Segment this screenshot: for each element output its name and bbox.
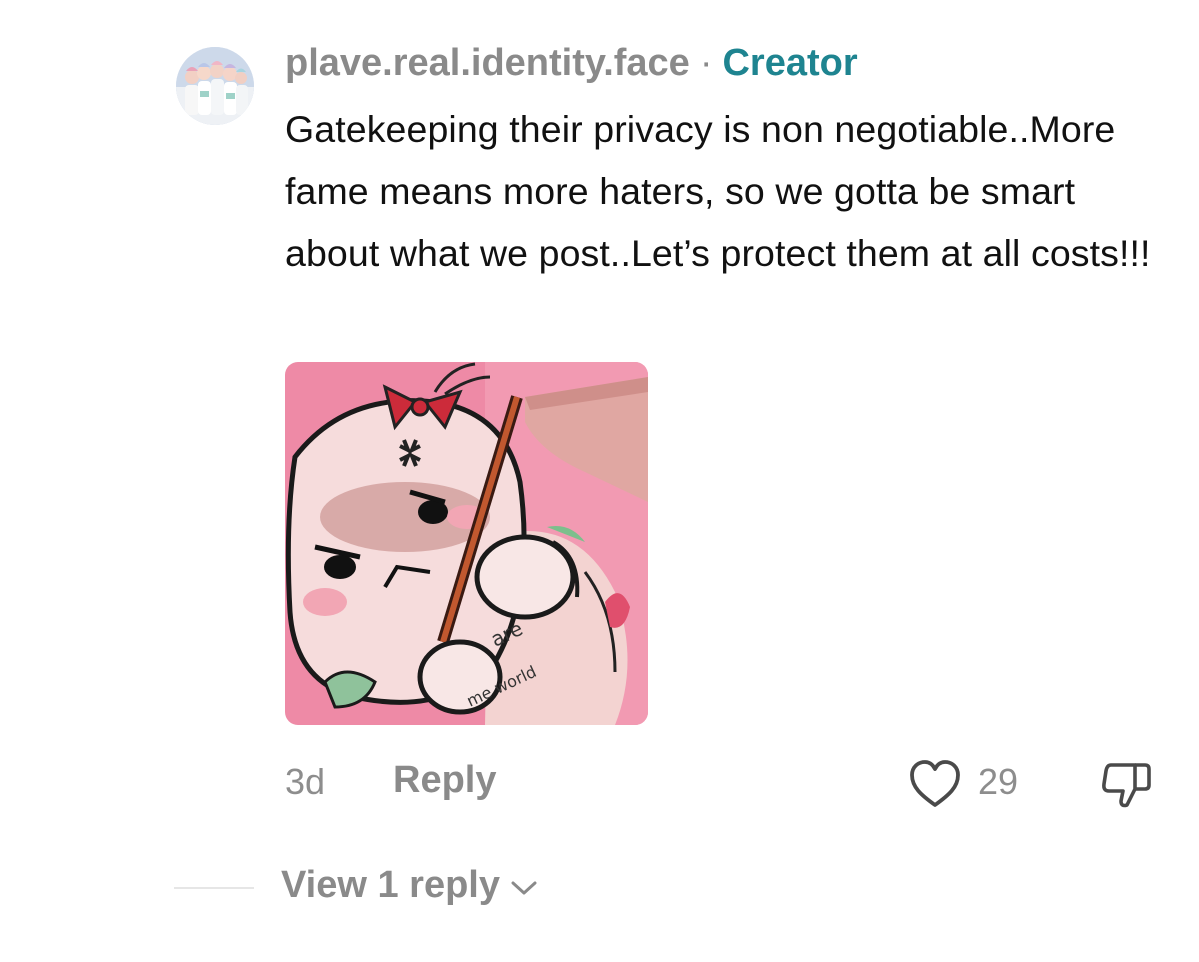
view-replies-button[interactable]: View 1 reply: [281, 864, 538, 907]
comment-sticker-image[interactable]: are me world: [285, 362, 648, 725]
avatar[interactable]: [176, 47, 254, 125]
like-count: 29: [978, 761, 1019, 802]
heart-outline-icon: [910, 760, 960, 807]
replies-toggle-row: View 1 reply: [174, 860, 774, 916]
like-button[interactable]: [907, 757, 963, 811]
avatar-image: [176, 47, 254, 125]
reply-button[interactable]: Reply: [393, 759, 496, 802]
chevron-down-icon: [511, 881, 537, 894]
comment-actions: 3d Reply 29: [285, 755, 1165, 811]
comment-timestamp: 3d: [285, 761, 326, 802]
dislike-button[interactable]: [1097, 757, 1155, 815]
separator-dot: ·: [699, 41, 713, 84]
comment-text: Gatekeeping their privacy is non negotia…: [285, 108, 1151, 274]
thumbs-down-outline-icon: [1102, 763, 1151, 808]
username-link[interactable]: plave.real.identity.face: [285, 42, 690, 85]
comment-header: plave.real.identity.face · Creator: [285, 38, 858, 88]
creator-badge: Creator: [722, 41, 858, 84]
angry-mascot-sticker: are me world: [285, 362, 648, 725]
view-replies-label: View 1 reply: [281, 864, 500, 906]
replies-divider: [174, 887, 254, 889]
